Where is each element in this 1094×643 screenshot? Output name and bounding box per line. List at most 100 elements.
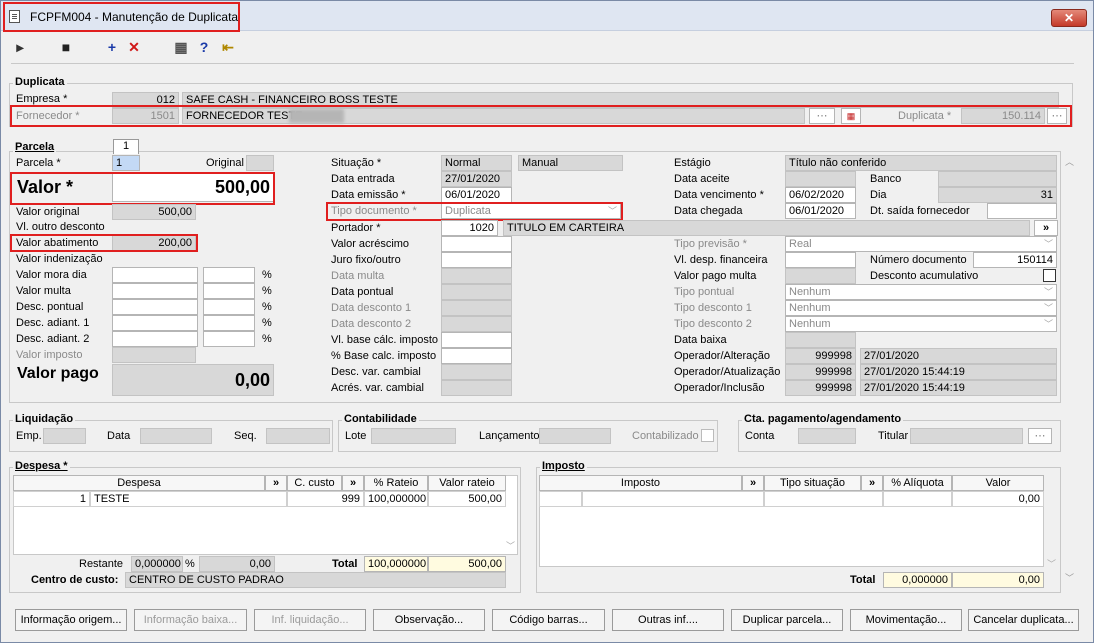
juro-fixo-field[interactable]	[441, 252, 512, 268]
vl-base-calc-imposto-field[interactable]	[441, 332, 512, 348]
desc-adiant1-pct-field[interactable]	[203, 315, 255, 331]
op-atualizacao-label: Operador/Atualização	[674, 366, 781, 378]
despesa-col-valor: Valor rateio	[428, 475, 506, 491]
imposto-row-code[interactable]	[539, 491, 582, 507]
tipo-desconto2-label: Tipo desconto 2	[674, 318, 752, 330]
titular-search-button[interactable]: ⋯	[1028, 428, 1052, 444]
form-scrollbar[interactable]: ︿ ﹀	[1064, 151, 1076, 586]
duplicata-number-field[interactable]: 150.114	[961, 108, 1045, 124]
tipo-desconto1-select[interactable]: Nenhum ﹀	[785, 300, 1057, 316]
tipo-previsao-select[interactable]: Real ﹀	[785, 236, 1057, 252]
despesa-row-name[interactable]: TESTE	[90, 491, 287, 507]
vl-outro-desconto-label: Vl. outro desconto	[16, 221, 105, 233]
despesa-total-label: Total	[332, 558, 358, 570]
imposto-col-expand[interactable]: »	[861, 475, 883, 491]
desc-adiant2-pct-field[interactable]	[203, 331, 255, 347]
desc-pontual-pct-field[interactable]	[203, 299, 255, 315]
data-baixa-field	[785, 332, 856, 348]
desc-var-cambial-label: Desc. var. cambial	[331, 366, 421, 378]
pct-base-calc-imposto-field[interactable]	[441, 348, 512, 364]
valor-field[interactable]: 500,00	[112, 173, 274, 202]
duplicar-parcela-button[interactable]: Duplicar parcela...	[731, 609, 843, 631]
valor-label: Valor *	[17, 177, 74, 197]
contabilizado-checkbox[interactable]	[701, 429, 714, 442]
fornecedor-search-button[interactable]: ⋯	[809, 108, 835, 124]
chevron-down-icon[interactable]: ﹀	[1065, 571, 1074, 584]
juro-fixo-label: Juro fixo/outro	[331, 254, 401, 266]
observacao-button[interactable]: Observação...	[373, 609, 485, 631]
pct-sign: %	[262, 317, 272, 329]
movimentacao-button[interactable]: Movimentação...	[850, 609, 962, 631]
valor-multa-pct-field[interactable]	[203, 283, 255, 299]
vl-desp-financeira-field[interactable]	[785, 252, 856, 268]
chevron-up-icon[interactable]: ︿	[1065, 155, 1074, 168]
despesa-row-ccusto[interactable]: 999	[287, 491, 364, 507]
add-icon[interactable]: +	[103, 38, 121, 56]
desc-adiant2-field[interactable]	[112, 331, 198, 347]
chevron-down-icon[interactable]: ﹀	[506, 539, 515, 552]
imposto-row-name[interactable]	[582, 491, 764, 507]
fornecedor-code-field[interactable]: 1501	[112, 108, 179, 124]
valor-mora-dia-field[interactable]	[112, 267, 198, 283]
imposto-header: Imposto	[540, 460, 587, 472]
delete-icon[interactable]: ✕	[125, 38, 143, 56]
imposto-col-expand[interactable]: »	[742, 475, 764, 491]
outras-inf-button[interactable]: Outras inf....	[612, 609, 724, 631]
despesa-col-expand[interactable]: »	[342, 475, 364, 491]
tipo-documento-select[interactable]: Duplicata ﹀	[441, 203, 621, 219]
desc-pontual-field[interactable]	[112, 299, 198, 315]
document-icon	[9, 10, 20, 23]
empresa-code-field[interactable]: 012	[112, 92, 179, 108]
cursor-icon[interactable]: ▸	[11, 38, 29, 56]
despesa-row-valor[interactable]: 500,00	[428, 491, 506, 507]
despesa-row-rateio[interactable]: 100,000000	[364, 491, 428, 507]
numero-documento-field[interactable]: 150114	[973, 252, 1057, 268]
calculator-icon[interactable]: ▦	[172, 38, 190, 56]
close-button[interactable]: ✕	[1051, 9, 1087, 27]
valor-pago-field: 0,00	[112, 364, 274, 396]
cta-pagamento-header: Cta. pagamento/agendamento	[742, 413, 904, 425]
save-icon[interactable]: ■	[57, 38, 75, 56]
data-emissao-field[interactable]: 06/01/2020	[441, 187, 512, 203]
valor-acrescimo-field[interactable]	[441, 236, 512, 252]
exit-icon[interactable]: ⇤	[219, 38, 237, 56]
cancelar-duplicata-button[interactable]: Cancelar duplicata...	[968, 609, 1079, 631]
dt-saida-field[interactable]	[987, 203, 1057, 219]
imposto-row-aliquota[interactable]	[883, 491, 952, 507]
duplicata-search-button[interactable]: ⋯	[1047, 108, 1067, 124]
data-baixa-label: Data baixa	[674, 334, 727, 346]
parcela-field[interactable]: 1	[112, 155, 140, 171]
valor-abatimento-label: Valor abatimento	[16, 237, 99, 249]
imposto-row-tipo[interactable]	[764, 491, 883, 507]
data-entrada-field: 27/01/2020	[441, 171, 512, 187]
estagio-label: Estágio	[674, 157, 711, 169]
codigo-barras-button[interactable]: Código barras...	[492, 609, 605, 631]
chevron-down-icon: ﹀	[607, 206, 617, 216]
chevron-down-icon[interactable]: ﹀	[1047, 557, 1056, 570]
informacao-origem-button[interactable]: Informação origem...	[15, 609, 127, 631]
valor-mora-dia-pct-field[interactable]	[203, 267, 255, 283]
data-vencimento-field[interactable]: 06/02/2020	[785, 187, 856, 203]
title-bar: FCPFM004 - Manutenção de Duplicata ✕	[1, 1, 1093, 31]
tipo-desconto2-select[interactable]: Nenhum ﹀	[785, 316, 1057, 332]
situacao-field: Normal	[441, 155, 512, 171]
data-pontual-field	[441, 284, 512, 300]
help-icon[interactable]: ?	[195, 38, 213, 56]
despesa-col-expand[interactable]: »	[265, 475, 287, 491]
desc-adiant1-field[interactable]	[112, 315, 198, 331]
pct-sign: %	[262, 333, 272, 345]
valor-multa-field[interactable]	[112, 283, 198, 299]
situacao-extra-field: Manual	[518, 155, 623, 171]
data-chegada-field[interactable]: 06/01/2020	[785, 203, 856, 219]
tab-parcela-1[interactable]: 1	[113, 139, 139, 154]
portador-code-field[interactable]: 1020	[441, 220, 498, 236]
despesa-row-code[interactable]: 1	[13, 491, 90, 507]
portador-expand-button[interactable]: »	[1034, 220, 1058, 236]
data-desconto1-field	[441, 300, 512, 316]
inf-liquidacao-button[interactable]: Inf. liquidação...	[254, 609, 366, 631]
desconto-acumulativo-checkbox[interactable]	[1043, 269, 1056, 282]
tipo-pontual-select[interactable]: Nenhum ﹀	[785, 284, 1057, 300]
imposto-row-valor[interactable]: 0,00	[952, 491, 1044, 507]
calendar-icon[interactable]: ▦	[841, 108, 861, 124]
informacao-baixa-button[interactable]: Informação baixa...	[134, 609, 247, 631]
